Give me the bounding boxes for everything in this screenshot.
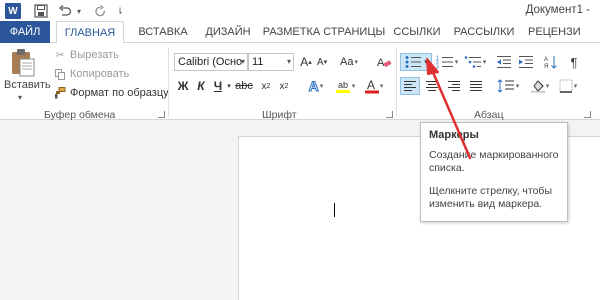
tab-review[interactable]: РЕЦЕНЗИ: [524, 21, 600, 43]
align-left-icon[interactable]: [400, 77, 420, 95]
document-title: Документ1 -: [525, 4, 590, 16]
tab-design[interactable]: ДИЗАЙН: [200, 21, 256, 43]
svg-text:Я: Я: [544, 64, 548, 69]
copy-icon: [54, 68, 66, 80]
grow-font-icon[interactable]: A ▴: [298, 53, 314, 71]
underline-button[interactable]: Ч: [211, 77, 225, 95]
tooltip-hint: Щелкните стрелку, чтобы изменить вид мар…: [429, 185, 552, 210]
decrease-indent-icon[interactable]: [494, 53, 514, 71]
undo-icon[interactable]: [56, 3, 74, 19]
font-size-select[interactable]: 11 ▾: [248, 53, 294, 71]
bullets-dropdown-icon[interactable]: ▾: [424, 58, 428, 66]
ribbon-tabs: ФАЙЛ ГЛАВНАЯ ВСТАВКА ДИЗАЙН РАЗМЕТКА СТР…: [0, 21, 600, 44]
font-name-select[interactable]: Calibri (Осно ▾: [174, 53, 248, 71]
text-effects-icon[interactable]: A ▾: [305, 77, 327, 95]
sort-icon[interactable]: AЯ: [542, 53, 560, 71]
clear-formatting-icon[interactable]: A: [374, 53, 394, 71]
group-separator: [396, 47, 397, 117]
shrink-font-icon[interactable]: A ▾: [314, 53, 330, 71]
tab-mailings[interactable]: РАССЫЛКИ: [448, 21, 520, 43]
tab-insert[interactable]: ВСТАВКА: [132, 21, 194, 43]
borders-icon[interactable]: ▾: [556, 77, 580, 95]
bullets-tooltip: Маркеры Создание маркированного списка. …: [420, 122, 568, 222]
increase-indent-icon[interactable]: [516, 53, 536, 71]
bold-button[interactable]: Ж: [176, 77, 190, 95]
bullets-button[interactable]: ▾: [400, 53, 432, 71]
highlight-color-icon[interactable]: ab ▾: [333, 77, 357, 95]
customize-toolbar-icon[interactable]: ⇂: [114, 3, 126, 19]
align-center-icon[interactable]: [422, 77, 442, 95]
undo-dropdown-icon[interactable]: ▾: [74, 3, 84, 19]
font-size-value: 11: [252, 56, 264, 68]
ribbon: Вставить ▾ ✂ Вырезать Копировать Формат …: [0, 43, 600, 121]
cut-button[interactable]: ✂ Вырезать: [54, 47, 119, 63]
font-launcher-icon[interactable]: [386, 111, 393, 118]
bullets-icon: [405, 56, 422, 68]
strikethrough-icon[interactable]: abc: [235, 77, 253, 95]
group-separator: [168, 47, 169, 117]
tab-home[interactable]: ГЛАВНАЯ: [56, 21, 124, 44]
clipboard-launcher-icon[interactable]: [158, 111, 165, 118]
font-color-icon[interactable]: A ▾: [362, 77, 386, 95]
svg-text:A: A: [544, 57, 548, 63]
copy-label: Копировать: [70, 68, 130, 80]
underline-dropdown-icon[interactable]: ▾: [225, 77, 233, 95]
tab-references[interactable]: ССЫЛКИ: [390, 21, 444, 43]
numbering-icon[interactable]: 123 ▾: [434, 53, 460, 71]
italic-button[interactable]: К: [194, 77, 208, 95]
show-formatting-icon[interactable]: ¶: [566, 53, 582, 71]
line-spacing-icon[interactable]: ▾: [494, 77, 522, 95]
chevron-down-icon: ▾: [286, 57, 291, 66]
tooltip-title: Маркеры: [429, 129, 479, 141]
cut-label: Вырезать: [70, 49, 119, 61]
copy-button[interactable]: Копировать: [54, 66, 129, 82]
brush-icon: [54, 87, 66, 99]
chevron-down-icon: ▾: [240, 57, 245, 66]
align-right-icon[interactable]: [444, 77, 464, 95]
paragraph-launcher-icon[interactable]: [584, 111, 591, 118]
svg-text:A: A: [377, 57, 385, 69]
superscript-icon[interactable]: x2: [276, 77, 292, 95]
tab-file[interactable]: ФАЙЛ: [0, 21, 50, 43]
svg-text:A: A: [367, 78, 375, 92]
justify-icon[interactable]: [466, 77, 486, 95]
format-painter-button[interactable]: Формат по образцу: [54, 85, 169, 101]
change-case-icon[interactable]: Aa ▾: [338, 53, 360, 71]
svg-text:3: 3: [436, 65, 439, 70]
title-bar: W ▾ ⇂ Документ1 -: [0, 0, 600, 22]
tooltip-description: Создание маркированного списка.: [429, 149, 559, 174]
shading-icon[interactable]: ▾: [528, 77, 552, 95]
svg-text:ab: ab: [338, 80, 348, 90]
paste-button[interactable]: Вставить: [4, 79, 51, 91]
format-painter-label: Формат по образцу: [70, 87, 169, 99]
word-app-icon[interactable]: W: [5, 3, 21, 19]
text-cursor: [334, 203, 335, 217]
save-icon[interactable]: [32, 3, 50, 19]
font-name-value: Calibri (Осно: [178, 56, 243, 68]
paste-dropdown-icon[interactable]: ▾: [18, 93, 22, 102]
tab-page-layout[interactable]: РАЗМЕТКА СТРАНИЦЫ: [262, 21, 386, 43]
redo-icon[interactable]: [92, 3, 108, 19]
paste-icon[interactable]: [10, 48, 36, 78]
scissors-icon: ✂: [55, 49, 65, 61]
subscript-icon[interactable]: x2: [258, 77, 274, 95]
multilevel-list-icon[interactable]: ▾: [462, 53, 488, 71]
